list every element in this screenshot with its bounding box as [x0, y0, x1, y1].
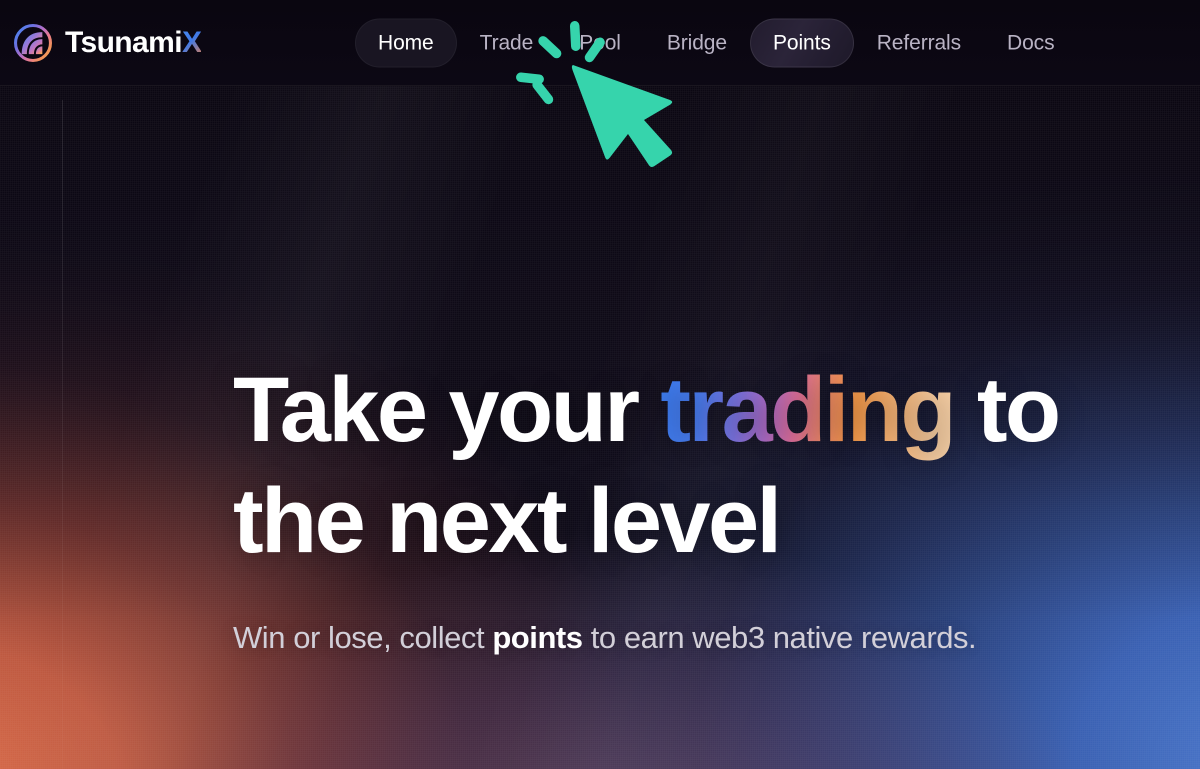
headline-line-two: the next level: [233, 470, 782, 572]
nav-item-trade[interactable]: Trade: [457, 18, 557, 67]
headline-text-a: Take your: [233, 359, 661, 461]
page-root: TsunamiX Home Trade Pool Bridge Points R…: [0, 0, 1200, 769]
headline-gradient-word: trading: [660, 359, 956, 461]
nav-item-referrals[interactable]: Referrals: [854, 18, 984, 67]
nav-item-pool[interactable]: Pool: [556, 18, 644, 67]
hero-subheadline: Win or lose, collect points to earn web3…: [233, 613, 1113, 662]
brand-logo[interactable]: TsunamiX: [12, 22, 202, 64]
nav-item-docs[interactable]: Docs: [984, 18, 1077, 67]
nav-item-bridge[interactable]: Bridge: [644, 18, 750, 67]
subheadline-text-a: Win or lose, collect: [233, 620, 493, 655]
brand-name-main: Tsunami: [65, 25, 183, 59]
hero-section: Take your trading to the next level Win o…: [233, 355, 1173, 662]
hero-headline: Take your trading to the next level: [233, 355, 1173, 577]
brand-name: TsunamiX: [65, 25, 202, 59]
main-navigation: Home Trade Pool Bridge Points Referrals …: [355, 18, 1077, 67]
nav-item-home[interactable]: Home: [355, 18, 457, 67]
vertical-guide-line: [62, 100, 63, 769]
subheadline-emphasis: points: [492, 620, 583, 655]
site-header: TsunamiX Home Trade Pool Bridge Points R…: [0, 0, 1200, 86]
nav-item-points[interactable]: Points: [749, 18, 854, 67]
subheadline-text-b: to earn web3 native rewards.: [582, 620, 977, 655]
headline-text-b: to: [953, 359, 1061, 461]
tsunami-wave-logo-icon: [14, 23, 52, 62]
brand-name-accent: X: [181, 25, 202, 59]
